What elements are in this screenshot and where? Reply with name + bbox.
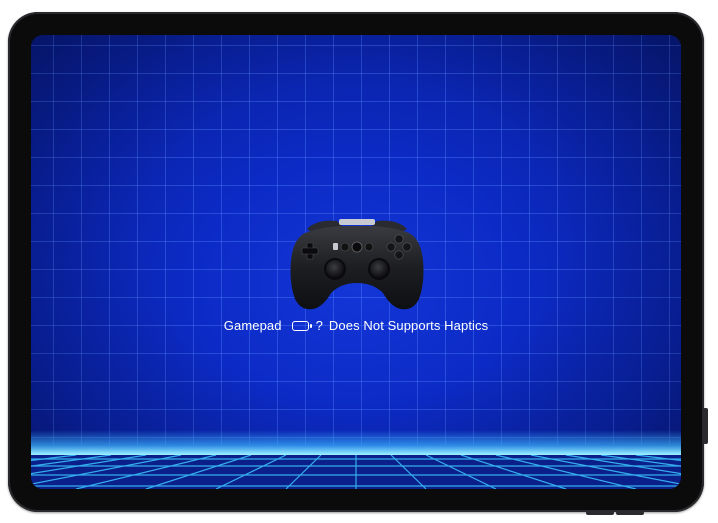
horizon-glow	[31, 430, 681, 458]
device-label: Gamepad	[223, 318, 282, 333]
battery-value: ?	[315, 318, 323, 333]
battery-icon	[291, 320, 312, 331]
top-button-left	[586, 511, 614, 515]
app-screen: Gamepad ? Does Not Supports Haptics	[31, 35, 681, 489]
volume-button	[703, 408, 708, 444]
perspective-floor-grid	[31, 455, 681, 489]
gamepad-controller-image	[290, 219, 424, 310]
haptics-status-text: Does Not Supports Haptics	[328, 318, 489, 333]
top-button-right	[616, 511, 644, 515]
gamepad-status-line: Gamepad ? Does Not Supports Haptics	[31, 318, 681, 333]
